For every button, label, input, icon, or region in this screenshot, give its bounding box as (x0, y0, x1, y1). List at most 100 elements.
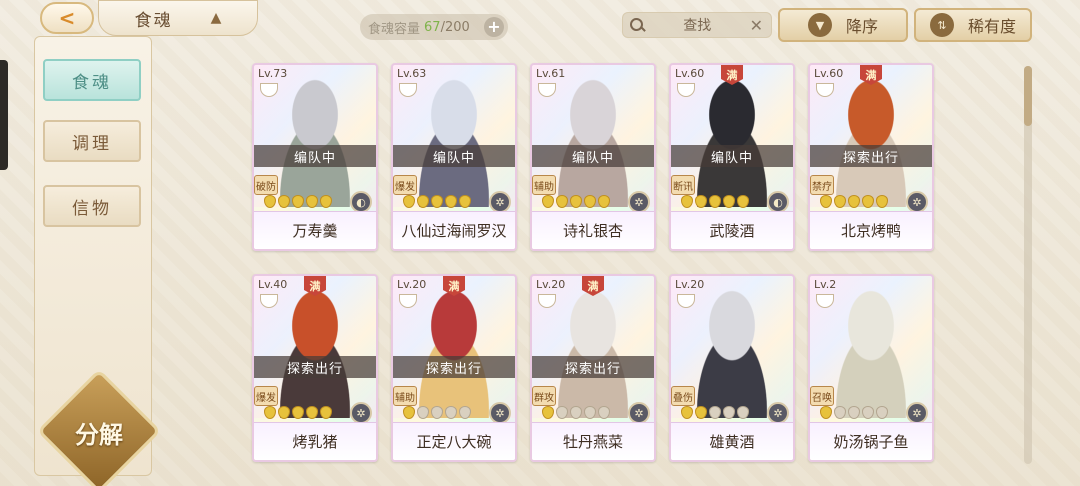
card-name: 诗礼银杏 (532, 211, 654, 249)
star-icon (695, 406, 707, 419)
capacity-add-button[interactable]: + (484, 17, 504, 37)
food-soul-card[interactable]: Lv.73 编队中 破防 ◐ 万寿羹 (252, 63, 378, 251)
star-rating (264, 195, 332, 208)
element-icon: ✲ (906, 402, 928, 424)
food-soul-card[interactable]: Lv.20 叠伤 ✲ 雄黄酒 (669, 274, 795, 462)
star-icon (556, 406, 568, 419)
star-icon (570, 406, 582, 419)
tab-tiaoli[interactable]: 调理 (43, 120, 141, 162)
star-icon (695, 195, 707, 208)
star-icon (292, 195, 304, 208)
star-icon (570, 195, 582, 208)
role-tag: 辅助 (532, 175, 556, 195)
scrollbar[interactable] (1024, 66, 1032, 464)
star-icon (459, 195, 471, 208)
star-icon (848, 195, 860, 208)
element-icon: ✲ (767, 402, 789, 424)
element-icon: ◐ (767, 191, 789, 213)
capacity-max: /200 (440, 19, 470, 35)
card-name: 牡丹燕菜 (532, 422, 654, 460)
card-level: Lv.63 (397, 67, 427, 80)
back-arrow-icon: < (58, 6, 76, 30)
capacity-indicator: 食魂容量 67 /200 + (360, 14, 508, 40)
star-icon (445, 195, 457, 208)
search-placeholder[interactable]: 查找 (645, 15, 750, 35)
star-icon (542, 195, 554, 208)
card-name: 万寿羹 (254, 211, 376, 249)
sort-descending-button[interactable]: ▼ 降序 (778, 8, 908, 42)
card-status: 编队中 (254, 145, 376, 167)
star-rating (681, 195, 749, 208)
card-level: Lv.20 (397, 278, 427, 291)
element-icon: ✲ (489, 402, 511, 424)
search-icon (629, 17, 645, 33)
sort-rarity-button[interactable]: ⇅ 稀有度 (914, 8, 1032, 42)
star-icon (459, 406, 471, 419)
element-icon: ✲ (628, 402, 650, 424)
star-icon (403, 195, 415, 208)
star-icon (542, 406, 554, 419)
star-icon (709, 195, 721, 208)
sort-down-icon: ▼ (807, 13, 832, 37)
element-icon: ✲ (628, 191, 650, 213)
food-soul-card[interactable]: Lv.20 满探索出行 辅助 ✲ 正定八大碗 (391, 274, 517, 462)
star-rating (820, 195, 888, 208)
food-soul-card[interactable]: Lv.60 满探索出行 禁疗 ✲ 北京烤鸭 (808, 63, 934, 251)
food-soul-card[interactable]: Lv.20 满探索出行 群攻 ✲ 牡丹燕菜 (530, 274, 656, 462)
star-rating (681, 406, 749, 419)
card-name: 北京烤鸭 (810, 211, 932, 249)
sort-toggle-icon: ⇅ (929, 13, 954, 37)
sort-desc-label: 降序 (845, 17, 878, 36)
back-button[interactable]: < (40, 2, 94, 34)
star-icon (723, 406, 735, 419)
star-icon (417, 406, 429, 419)
search-field[interactable]: 查找 ✕ (622, 12, 772, 38)
tab-xinwu[interactable]: 信物 (43, 185, 141, 227)
card-level: Lv.60 (675, 67, 705, 80)
element-icon: ✲ (489, 191, 511, 213)
card-name: 烤乳猪 (254, 422, 376, 460)
star-icon (834, 406, 846, 419)
star-icon (403, 406, 415, 419)
star-rating (403, 195, 471, 208)
food-soul-card[interactable]: Lv.40 满探索出行 爆发 ✲ 烤乳猪 (252, 274, 378, 462)
food-soul-grid: Lv.73 编队中 破防 ◐ 万寿羹 Lv.63 编队中 爆发 ✲ 八仙过海闹罗汉 Lv.61 编队中… (252, 63, 942, 463)
star-icon (264, 406, 276, 419)
star-icon (431, 195, 443, 208)
card-name: 武陵酒 (671, 211, 793, 249)
capacity-label: 食魂容量 (368, 21, 421, 37)
card-name: 雄黄酒 (671, 422, 793, 460)
star-icon (292, 406, 304, 419)
role-tag: 召唤 (810, 386, 834, 406)
star-icon (584, 406, 596, 419)
chef-hat-icon[interactable]: ▲ (211, 10, 222, 26)
card-status: 编队中 (671, 145, 793, 167)
element-icon: ✲ (350, 402, 372, 424)
food-soul-card[interactable]: Lv.61 编队中 辅助 ✲ 诗礼银杏 (530, 63, 656, 251)
role-tag: 群攻 (532, 386, 556, 406)
card-status: 编队中 (393, 145, 515, 167)
star-icon (598, 195, 610, 208)
food-soul-card[interactable]: Lv.63 编队中 爆发 ✲ 八仙过海闹罗汉 (391, 63, 517, 251)
star-icon (320, 195, 332, 208)
star-icon (848, 406, 860, 419)
star-icon (417, 195, 429, 208)
food-soul-card[interactable]: Lv.60 满编队中 断讯 ◐ 武陵酒 (669, 63, 795, 251)
card-name: 八仙过海闹罗汉 (393, 211, 515, 249)
role-tag: 禁疗 (810, 175, 834, 195)
tab-shihun[interactable]: 食魂 (43, 59, 141, 101)
clear-icon[interactable]: ✕ (750, 16, 763, 35)
scroll-thumb[interactable] (1024, 66, 1032, 126)
star-rating (264, 406, 332, 419)
star-icon (876, 406, 888, 419)
star-icon (306, 406, 318, 419)
star-icon (723, 195, 735, 208)
star-icon (681, 195, 693, 208)
card-level: Lv.60 (814, 67, 844, 80)
star-icon (876, 195, 888, 208)
food-soul-card[interactable]: Lv.2 召唤 ✲ 奶汤锅子鱼 (808, 274, 934, 462)
star-rating (820, 406, 888, 419)
star-icon (598, 406, 610, 419)
sidebar: 食魂 调理 信物 分解 (34, 36, 162, 486)
decompose-label[interactable]: 分解 (55, 415, 143, 450)
